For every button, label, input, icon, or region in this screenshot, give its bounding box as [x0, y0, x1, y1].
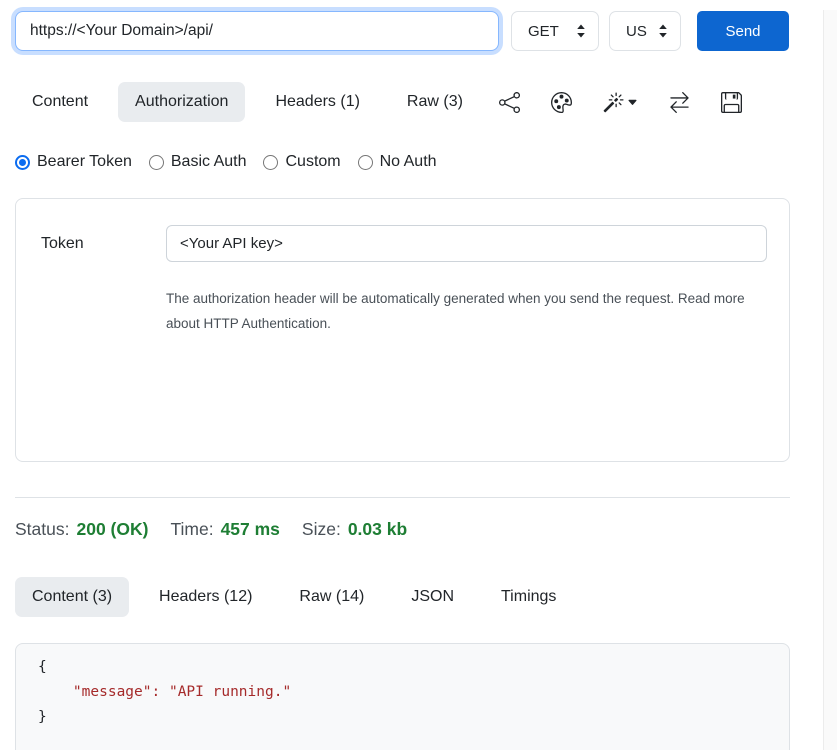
auth-type-radios: Bearer Token Basic Auth Custom No Auth	[15, 153, 790, 171]
response-tabs: Content (3) Headers (12) Raw (14) JSON Timin…	[15, 577, 790, 617]
tab-headers-1[interactable]: Headers (1)	[258, 82, 376, 122]
tab-raw-3[interactable]: Raw (3)	[390, 82, 480, 122]
size-value: 0.03 kb	[348, 519, 407, 540]
response-body: { "message": "API running."}	[15, 643, 790, 750]
save-icon[interactable]	[721, 92, 742, 113]
swap-arrows-icon[interactable]	[669, 92, 690, 113]
radio-icon[interactable]	[149, 155, 164, 170]
response-tab-content-3[interactable]: Content (3)	[15, 577, 129, 617]
up-down-arrows-icon	[658, 24, 668, 38]
tab-content[interactable]: Content	[15, 82, 105, 122]
api-client-page: GET US Send Content Authorization Headers …	[15, 10, 790, 750]
size-label: Size:	[302, 519, 341, 540]
auth-radio-bearer-token[interactable]: Bearer Token	[15, 153, 132, 171]
method-select-value: GET	[528, 23, 559, 40]
auth-radio-no-auth[interactable]: No Auth	[358, 153, 437, 171]
url-input[interactable]	[15, 11, 499, 51]
region-select[interactable]: US	[609, 11, 681, 51]
up-down-arrows-icon	[576, 24, 586, 38]
time-label: Time:	[170, 519, 213, 540]
auth-radio-custom[interactable]: Custom	[263, 153, 340, 171]
response-summary: Status: 200 (OK) Time: 457 ms Size: 0.03…	[15, 519, 790, 540]
tab-authorization[interactable]: Authorization	[118, 82, 245, 122]
token-label: Token	[41, 235, 166, 253]
auth-radio-basic-auth[interactable]: Basic Auth	[149, 153, 247, 171]
json-value: "API running."	[169, 684, 291, 700]
status-label: Status:	[15, 519, 69, 540]
request-tabs-row: Content Authorization Headers (1) Raw (3)	[15, 82, 790, 122]
request-tabs: Content Authorization Headers (1) Raw (3)	[15, 82, 493, 122]
caret-down-icon	[627, 97, 638, 108]
radio-icon[interactable]	[15, 155, 30, 170]
status-value: 200 (OK)	[76, 519, 148, 540]
radio-icon[interactable]	[358, 155, 373, 170]
code-line: }	[38, 705, 789, 730]
radio-label: No Auth	[380, 153, 437, 171]
response-tab-timings[interactable]: Timings	[484, 577, 573, 617]
page-scrollbar[interactable]	[823, 10, 837, 750]
send-button[interactable]: Send	[697, 11, 789, 51]
radio-icon[interactable]	[263, 155, 278, 170]
magic-wand-dropdown-icon[interactable]	[603, 92, 638, 113]
method-select[interactable]: GET	[511, 11, 599, 51]
time-value: 457 ms	[221, 519, 280, 540]
share-icon[interactable]	[499, 92, 520, 113]
region-select-value: US	[626, 23, 647, 40]
toolbar-icons	[499, 92, 742, 113]
palette-icon[interactable]	[551, 92, 572, 113]
response-tab-headers-12[interactable]: Headers (12)	[142, 577, 269, 617]
response-tab-json[interactable]: JSON	[394, 577, 471, 617]
code-line: "message": "API running."	[38, 680, 789, 705]
code-line: {	[38, 655, 789, 680]
token-input[interactable]	[166, 225, 767, 262]
token-help-text: The authorization header will be automat…	[166, 286, 751, 336]
json-key: "message"	[73, 684, 152, 700]
radio-label: Bearer Token	[37, 153, 132, 171]
radio-label: Custom	[285, 153, 340, 171]
radio-label: Basic Auth	[171, 153, 247, 171]
response-tab-raw-14[interactable]: Raw (14)	[282, 577, 381, 617]
token-panel: Token The authorization header will be a…	[15, 198, 790, 462]
section-divider	[15, 497, 790, 498]
request-bar: GET US Send	[15, 10, 790, 52]
